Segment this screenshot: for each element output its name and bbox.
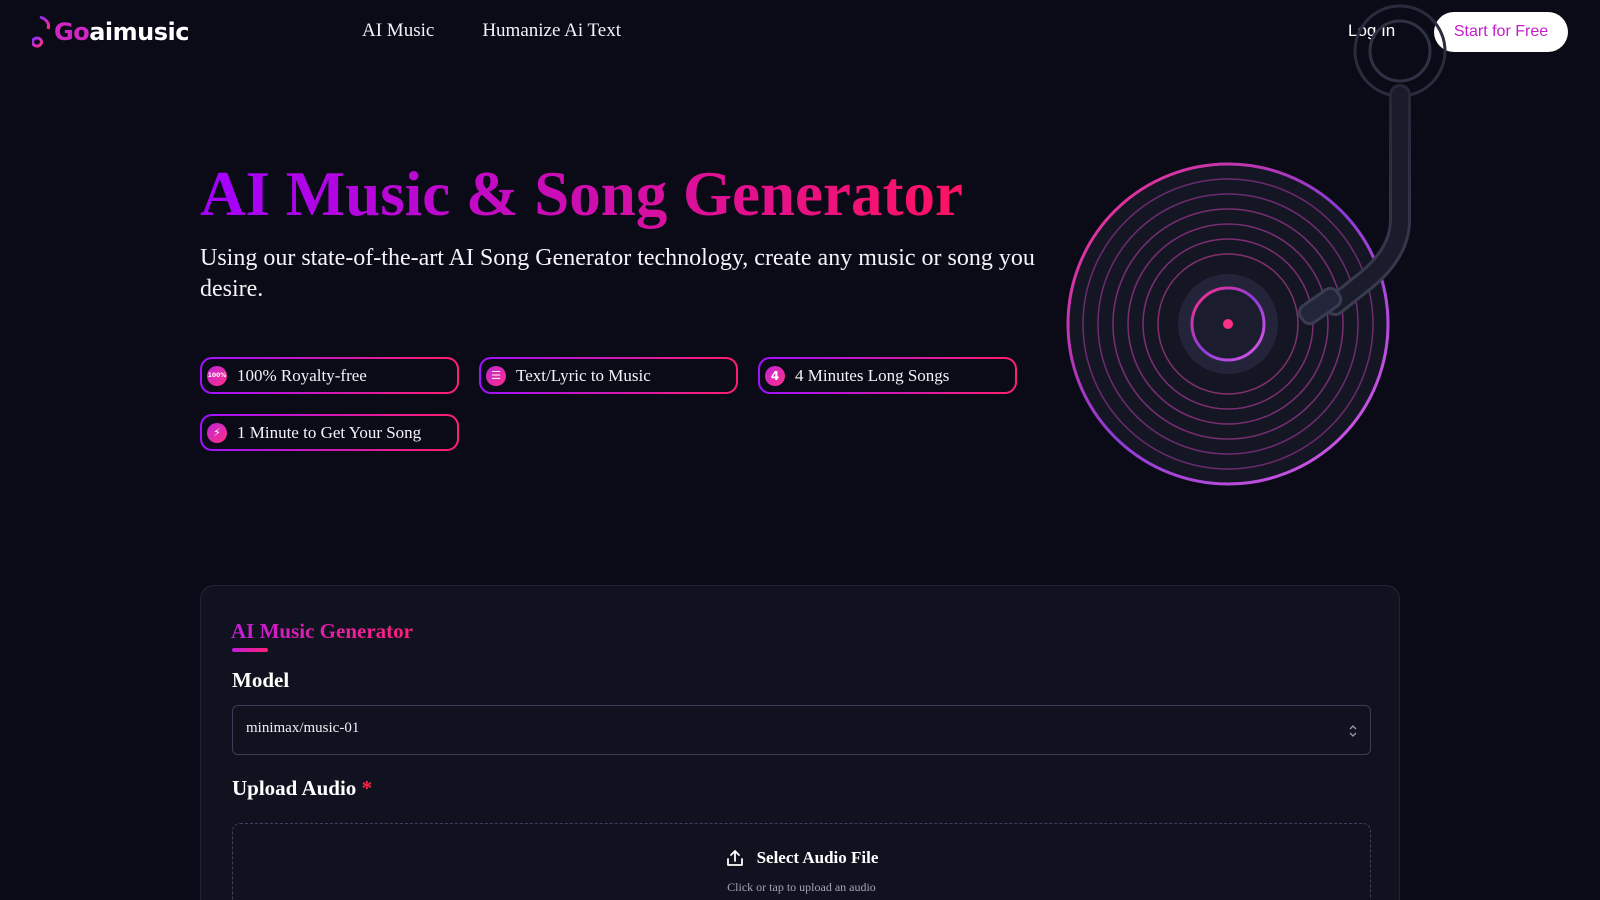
feature-badge: ☰ Text/Lyric to Music — [479, 357, 738, 394]
music-generator-panel: AI Music Generator Model minimax/music-0… — [200, 585, 1400, 900]
chevron-up-down-icon — [1349, 725, 1357, 737]
nav-humanize-ai-text[interactable]: Humanize Ai Text — [482, 20, 621, 42]
upload-hint: Click or tap to upload an audio — [727, 880, 876, 894]
feature-label: Text/Lyric to Music — [516, 365, 651, 385]
audio-upload-dropzone[interactable]: Select Audio File Click or tap to upload… — [232, 823, 1371, 900]
logo-prefix: Go — [54, 18, 90, 46]
model-label: Model — [232, 668, 290, 692]
feature-badge-body: 4 4 Minutes Long Songs — [760, 359, 1015, 392]
upload-audio-label-text: Upload Audio — [232, 776, 357, 800]
upload-audio-label: Upload Audio * — [232, 776, 372, 801]
feature-badge: 4 4 Minutes Long Songs — [758, 357, 1017, 394]
logo-suffix: aimusic — [89, 18, 189, 46]
vinyl-record-illustration — [1066, 4, 1447, 486]
upload-icon — [726, 850, 743, 866]
hero-title: AI Music & Song Generator — [200, 159, 963, 229]
lightning-icon: ⚡ — [207, 422, 227, 443]
feature-badges: 100% 100% Royalty-free ☰ Text/Lyric to M… — [200, 357, 1020, 451]
feature-label: 4 Minutes Long Songs — [795, 365, 950, 385]
lines-icon: ☰ — [486, 365, 506, 386]
feature-badge-body: ⚡ 1 Minute to Get Your Song — [202, 416, 457, 449]
music-note-icon — [32, 15, 50, 48]
feature-label: 100% Royalty-free — [237, 365, 367, 385]
nav-ai-music[interactable]: AI Music — [362, 20, 434, 42]
logo-text: Goaimusic — [54, 18, 189, 46]
title-underline — [232, 648, 268, 652]
feature-badge-body: ☰ Text/Lyric to Music — [481, 359, 736, 392]
feature-label: 1 Minute to Get Your Song — [237, 422, 422, 442]
upload-button-row[interactable]: Select Audio File — [233, 848, 1370, 868]
feature-badge-body: 100% 100% Royalty-free — [202, 359, 457, 392]
hero-subtitle: Using our state-of-the-art AI Song Gener… — [200, 245, 1035, 302]
site-logo[interactable]: Goaimusic — [32, 14, 189, 50]
model-select[interactable]: minimax/music-01 — [232, 705, 1371, 755]
model-select-value: minimax/music-01 — [246, 720, 360, 736]
feature-badge: ⚡ 1 Minute to Get Your Song — [200, 414, 459, 451]
four-minutes-icon: 4 — [765, 365, 785, 386]
generator-title: AI Music Generator — [231, 619, 413, 643]
feature-badge: 100% 100% Royalty-free — [200, 357, 459, 394]
required-asterisk: * — [361, 776, 373, 800]
main-nav: AI Music Humanize Ai Text — [362, 20, 621, 42]
select-audio-file-label: Select Audio File — [756, 848, 879, 867]
percent-badge-icon: 100% — [207, 365, 227, 386]
